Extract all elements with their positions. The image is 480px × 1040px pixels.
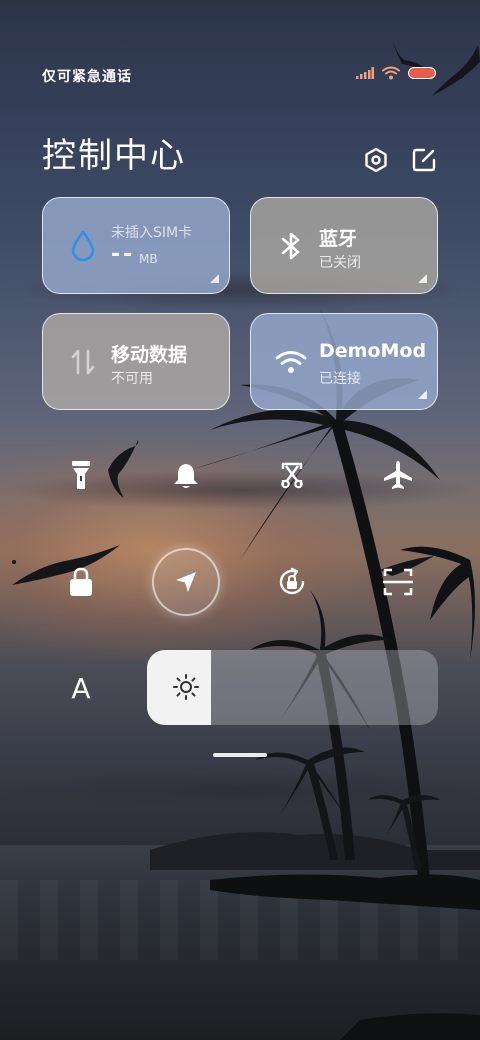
bluetooth-title: 蓝牙 — [319, 228, 358, 250]
status-icons — [356, 66, 436, 80]
scan-icon — [383, 568, 413, 596]
rotation-lock-icon — [279, 567, 305, 595]
expand-corner-indicator — [418, 274, 427, 283]
lock-icon — [70, 567, 92, 596]
airplane-icon — [384, 461, 412, 489]
expand-corner-indicator — [418, 390, 427, 399]
bell-icon — [174, 462, 198, 488]
flashlight-icon — [72, 461, 90, 489]
sun-icon — [173, 674, 199, 700]
data-arrows-icon — [65, 344, 101, 380]
bluetooth-tile[interactable]: 蓝牙 已关闭 — [250, 197, 438, 294]
expand-corner-indicator — [210, 274, 219, 283]
flashlight-toggle[interactable] — [49, 443, 113, 507]
ringer-toggle[interactable] — [154, 443, 218, 507]
bluetooth-icon — [273, 228, 309, 264]
brightness-slider[interactable] — [147, 650, 438, 725]
wifi-network-name: DemoMod — [319, 340, 427, 362]
status-bar: 仅可紧急通话 — [0, 0, 480, 100]
wifi-tile[interactable]: DemoMod 已连接 — [250, 313, 438, 410]
location-arrow-icon — [176, 572, 196, 592]
scanner-toggle[interactable] — [366, 550, 430, 614]
gear-hex-icon — [365, 147, 387, 173]
page-title: 控制中心 — [42, 136, 186, 176]
settings-button[interactable] — [362, 146, 390, 174]
home-indicator[interactable] — [213, 753, 267, 757]
sim-status-label: 未插入SIM卡 — [111, 225, 193, 241]
font-size-toggle[interactable]: A — [49, 656, 113, 720]
mobile-data-status: 不可用 — [111, 371, 153, 387]
mobile-data-tile[interactable]: 移动数据 不可用 — [42, 313, 230, 410]
font-size-label: A — [71, 671, 91, 705]
data-usage-unit: MB — [139, 252, 158, 266]
data-usage-tile[interactable]: 未插入SIM卡 -- MB — [42, 197, 230, 294]
lock-screen-toggle[interactable] — [49, 550, 113, 614]
screenshot-toggle[interactable] — [260, 443, 324, 507]
wifi-status-icon — [382, 66, 400, 80]
wifi-status: 已连接 — [319, 371, 361, 387]
wifi-icon — [273, 344, 309, 380]
signal-icon — [356, 67, 374, 79]
location-toggle[interactable] — [154, 550, 218, 614]
battery-icon — [408, 67, 436, 79]
scissors-icon — [281, 462, 303, 489]
airplane-toggle[interactable] — [366, 443, 430, 507]
mobile-data-title: 移动数据 — [111, 344, 188, 366]
water-drop-icon — [65, 228, 101, 264]
rotation-lock-toggle[interactable] — [260, 550, 324, 614]
data-usage-value: -- — [111, 242, 136, 267]
edit-icon — [412, 148, 436, 172]
edit-button[interactable] — [410, 146, 438, 174]
carrier-status-text: 仅可紧急通话 — [42, 69, 132, 85]
bluetooth-status: 已关闭 — [319, 255, 361, 271]
